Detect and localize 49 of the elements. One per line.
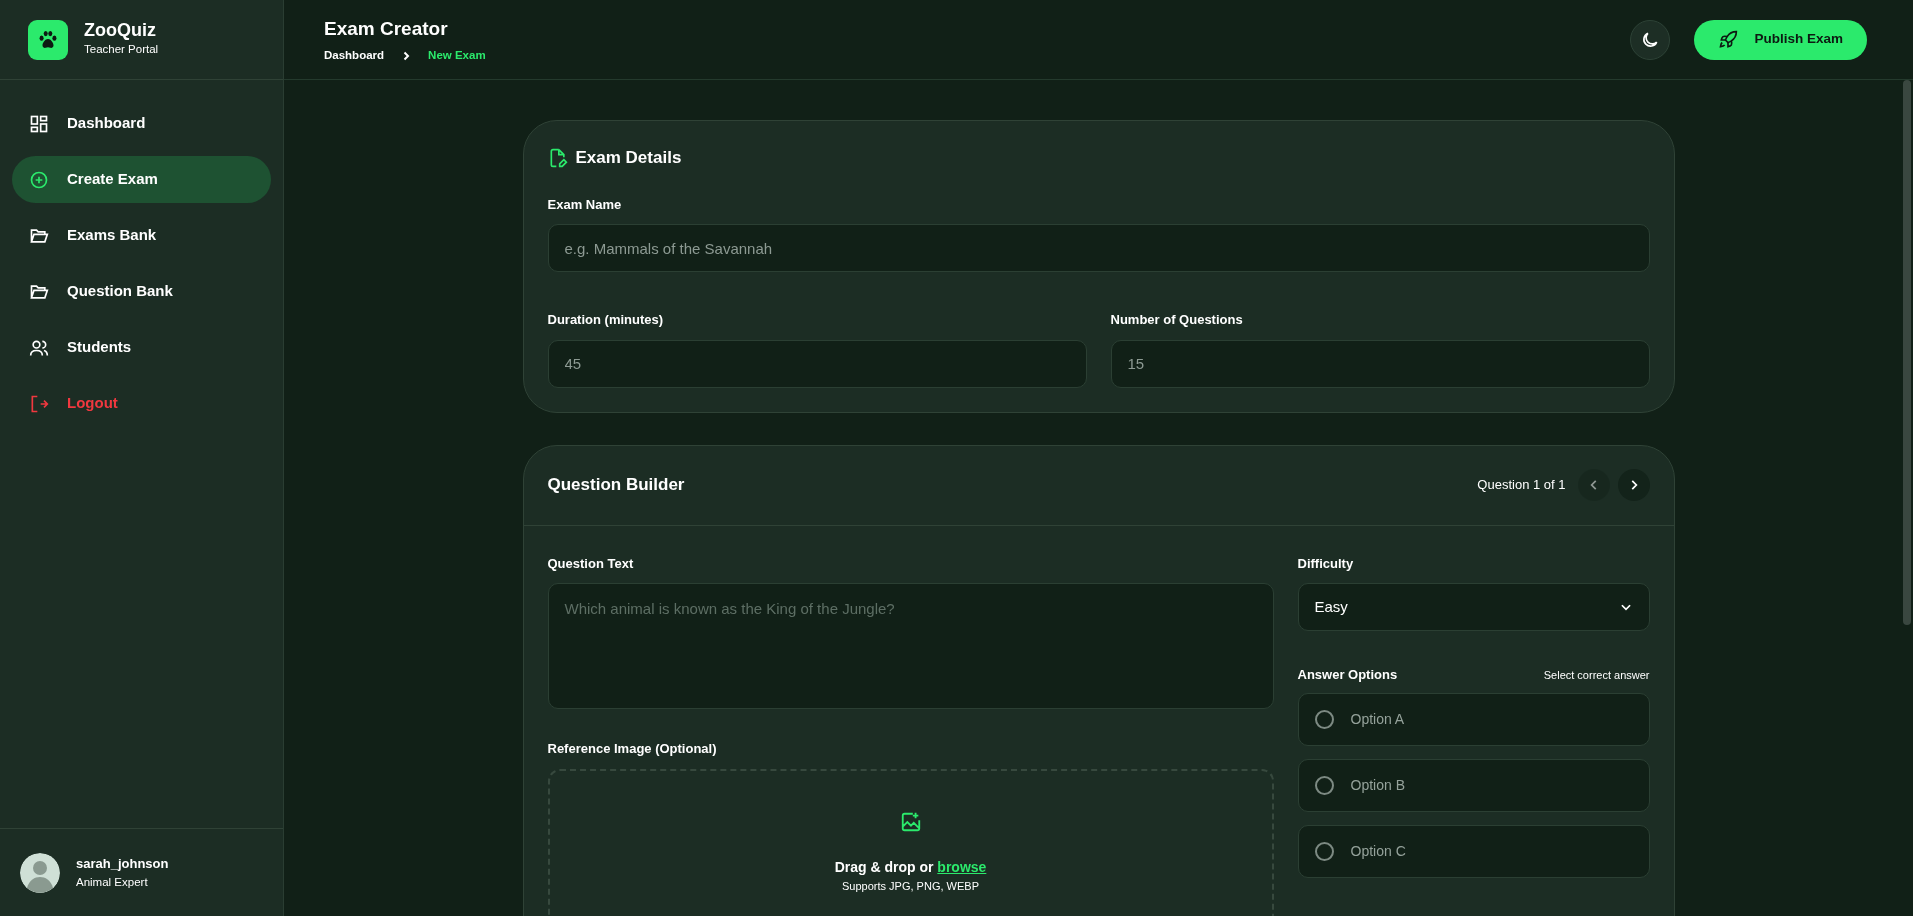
radio-button[interactable] — [1314, 709, 1334, 729]
browse-link[interactable]: browse — [937, 858, 987, 875]
nav-item[interactable]: Dashboard — [12, 100, 271, 147]
radio-button[interactable] — [1314, 775, 1334, 795]
breadcrumb-link[interactable]: New Exam — [428, 47, 486, 65]
grid-icon — [29, 113, 49, 134]
plus-circle-icon — [29, 169, 49, 190]
nav-item[interactable]: Students — [12, 324, 271, 371]
rocket-icon — [1718, 29, 1739, 50]
difficulty-select[interactable]: Easy — [1297, 583, 1650, 631]
next-button[interactable] — [1617, 469, 1650, 501]
image-drop-zone[interactable]: Drag & drop or browse Supports JPG, PNG, WEBP — [547, 768, 1274, 916]
input-field[interactable]: e.g. Mammals of the Savannah — [547, 224, 1650, 272]
page-title: Exam Creator — [324, 16, 449, 41]
hint-text: Select correct answer — [1543, 668, 1650, 683]
supported-formats: Supports JPG, PNG, WEBP — [841, 878, 980, 894]
section-title: Exam Details — [575, 147, 682, 169]
drop-instructions: Drag & drop or browse — [833, 857, 988, 877]
avatar-icon — [20, 852, 60, 893]
nav-item[interactable]: Create Exam — [12, 156, 271, 203]
logout-icon — [29, 393, 49, 414]
question-counter: Question 1 of 1 — [1477, 476, 1566, 495]
breadcrumb-link[interactable]: Dashboard — [324, 47, 385, 65]
nav-item[interactable]: Question Bank — [12, 268, 271, 315]
field-label: Question Text — [547, 554, 635, 573]
question-text-field[interactable]: Which animal is known as the King of the Jungle? — [547, 583, 1274, 709]
add-image-icon — [899, 810, 922, 833]
scrollbar[interactable] — [1903, 80, 1911, 625]
nav-item[interactable]: Logout — [12, 380, 271, 427]
field-label: Answer Options — [1297, 666, 1398, 684]
field-label: Exam Name — [547, 195, 623, 214]
field-label: Number of Questions — [1110, 311, 1244, 329]
answer-option[interactable]: Option C — [1297, 824, 1650, 878]
nav-item[interactable]: Exams Bank — [12, 212, 271, 259]
answer-option[interactable]: Option A — [1297, 692, 1650, 746]
section-title: Question Builder — [547, 474, 685, 497]
input-field[interactable]: 45 — [547, 339, 1087, 388]
field-label: Reference Image (Optional) — [547, 740, 718, 758]
publish-button[interactable]: Publish Exam — [1694, 19, 1867, 60]
brand-subtitle: Teacher Portal — [84, 41, 159, 57]
field-label: Duration (minutes) — [547, 311, 665, 329]
paw-logo-icon — [28, 19, 68, 60]
user-name: sarah_johnson — [76, 855, 169, 874]
radio-button[interactable] — [1314, 841, 1334, 861]
answer-option[interactable]: Option B — [1297, 758, 1650, 812]
input-field[interactable]: 15 — [1110, 339, 1650, 388]
brand-name: ZooQuiz — [84, 20, 157, 41]
user-role: Animal Expert — [76, 874, 149, 890]
field-label: Difficulty — [1297, 554, 1355, 573]
